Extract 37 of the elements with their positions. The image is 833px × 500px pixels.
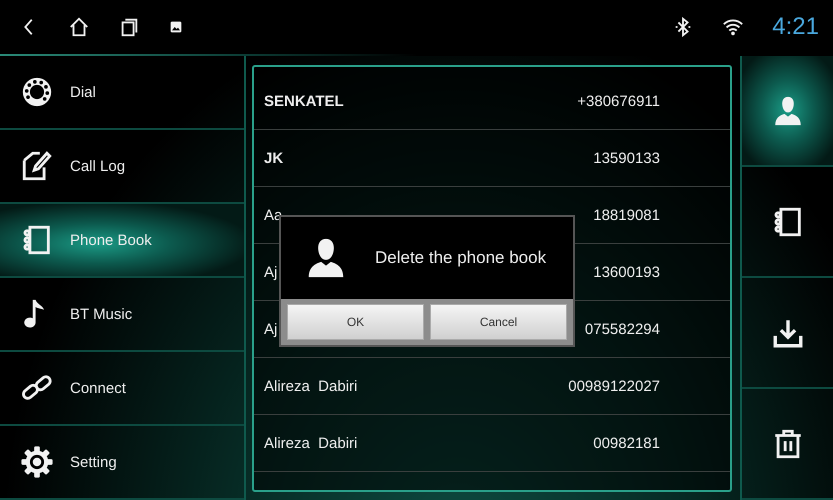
contact-number: 00982181: [593, 434, 660, 452]
contact-name: Aj: [264, 264, 278, 280]
contact-number: 075582294: [584, 320, 660, 338]
sidebar-item[interactable]: Phone Book: [0, 204, 244, 278]
contact-number: 00989122027: [568, 378, 660, 394]
action-button[interactable]: [742, 56, 833, 167]
pen-note-icon: [20, 149, 54, 183]
sidebar-item[interactable]: BT Music: [0, 278, 244, 352]
contact-name: JK: [264, 150, 284, 166]
rotary-dial-icon: [20, 75, 54, 109]
contact-number: 13590133: [593, 150, 660, 166]
sidebar-label: Setting: [70, 454, 117, 470]
contact-row[interactable]: Alireza Dabiri 00989122027: [254, 358, 730, 415]
sidebar-label: Connect: [70, 380, 126, 396]
contact-name: Alireza Dabiri: [264, 378, 358, 394]
dialog-button[interactable]: OK: [287, 304, 424, 340]
contact-number: 18819081: [593, 206, 660, 224]
sidebar-label: Call Log: [70, 158, 126, 174]
dialog-button[interactable]: Cancel: [430, 304, 567, 340]
sidebar-label: BT Music: [70, 306, 132, 322]
settings-icon: [20, 445, 54, 479]
sidebar-item[interactable]: Dial: [0, 56, 244, 130]
contact-name: SENKATEL: [264, 92, 344, 110]
contact-row[interactable]: JK 13590133: [254, 130, 730, 187]
contact-name: Aj: [264, 320, 278, 338]
sidebar-label: Dial: [70, 84, 96, 100]
sidebar-item[interactable]: Setting: [0, 426, 244, 500]
contact-row[interactable]: SENKATEL +380676911: [254, 73, 730, 130]
sidebar-item[interactable]: Connect: [0, 352, 244, 426]
contact-number: 13600193: [593, 264, 660, 280]
clock-time: 4:21: [772, 13, 819, 41]
home-icon[interactable]: [68, 16, 90, 38]
contact-number: +380676911: [577, 92, 660, 110]
sidebar-label: Phone Book: [70, 232, 152, 248]
contact-row[interactable]: Alireza Dabiri 00982181: [254, 415, 730, 472]
contact-name: Alireza Dabiri: [264, 434, 358, 452]
dialog-message: Delete the phone book: [375, 248, 546, 268]
